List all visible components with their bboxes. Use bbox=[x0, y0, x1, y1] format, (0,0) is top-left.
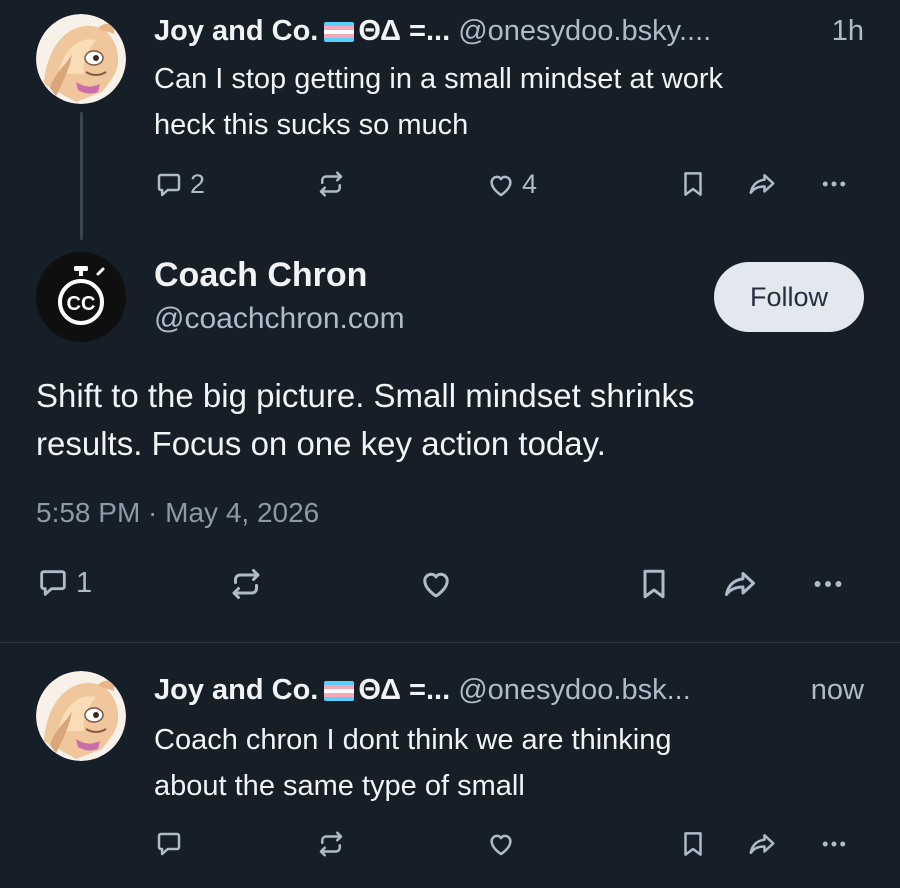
author-name[interactable]: Coach Chron bbox=[154, 256, 367, 295]
joy-avatar-image bbox=[36, 671, 126, 761]
like-icon bbox=[486, 829, 516, 859]
post-timestamp[interactable]: 5:58 PM · May 4, 2026 bbox=[36, 497, 319, 529]
reply-post[interactable]: Joy and Co. ΘΔ =... @onesydoo.bsk... now … bbox=[0, 643, 900, 888]
reply-count: 1 bbox=[76, 566, 93, 599]
avatar-coach[interactable]: CC bbox=[36, 252, 126, 342]
share-icon bbox=[746, 829, 778, 859]
post-actions bbox=[0, 829, 900, 869]
post-text-line: Coach chron I dont think we are thinking bbox=[154, 724, 672, 756]
reply-icon bbox=[36, 566, 70, 600]
follow-button[interactable]: Follow bbox=[714, 262, 864, 332]
main-post: CC Coach Chron @coachchron.com Follow Sh… bbox=[0, 0, 900, 642]
share-icon bbox=[720, 566, 760, 602]
like-button[interactable] bbox=[418, 566, 454, 602]
repost-button[interactable] bbox=[228, 566, 264, 602]
share-button[interactable] bbox=[746, 829, 778, 859]
share-button[interactable] bbox=[720, 566, 760, 602]
reply-button[interactable]: 1 bbox=[36, 566, 92, 600]
bookmark-button[interactable] bbox=[636, 566, 672, 602]
bookmark-icon bbox=[636, 566, 672, 602]
trans-flag-icon bbox=[324, 681, 355, 701]
like-icon bbox=[418, 566, 454, 602]
post-time[interactable]: now bbox=[811, 673, 864, 707]
like-button[interactable] bbox=[486, 829, 516, 859]
name-suffix: ΘΔ =... bbox=[358, 674, 451, 706]
stopwatch-icon: CC bbox=[58, 266, 105, 325]
reply-icon bbox=[154, 829, 184, 859]
more-icon bbox=[818, 829, 850, 859]
avatar-joy[interactable] bbox=[36, 671, 126, 761]
post-text-line: Shift to the big picture. Small mindset … bbox=[36, 377, 695, 414]
bookmark-icon bbox=[678, 829, 708, 859]
reply-header: Joy and Co. ΘΔ =... @onesydoo.bsk... bbox=[154, 673, 691, 707]
repost-icon bbox=[316, 829, 346, 859]
post-text: Coach chron I dont think we are thinking… bbox=[154, 717, 874, 809]
more-button[interactable] bbox=[818, 829, 850, 859]
author-handle[interactable]: @coachchron.com bbox=[154, 302, 405, 336]
post-text: Shift to the big picture. Small mindset … bbox=[36, 372, 876, 468]
reply-button[interactable] bbox=[154, 829, 184, 859]
post-actions: 1 bbox=[0, 566, 900, 606]
post-text-line: about the same type of small bbox=[154, 770, 525, 802]
author-name[interactable]: Joy and Co. bbox=[154, 674, 318, 706]
post-text-line: results. Focus on one key action today. bbox=[36, 425, 606, 462]
repost-button[interactable] bbox=[316, 829, 346, 859]
author-handle[interactable]: @onesydoo.bsk... bbox=[458, 674, 691, 706]
bookmark-button[interactable] bbox=[678, 829, 708, 859]
more-icon bbox=[808, 566, 848, 602]
more-button[interactable] bbox=[808, 566, 848, 602]
repost-icon bbox=[228, 566, 264, 602]
coach-avatar-text: CC bbox=[67, 293, 96, 315]
